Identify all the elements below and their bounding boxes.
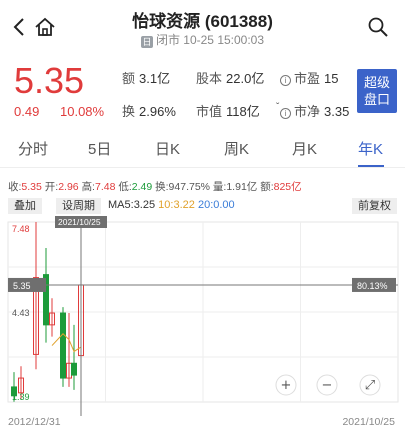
ma5-label: MA5: <box>108 199 134 211</box>
volume-label: 量: <box>212 181 227 193</box>
last-price: 5.35 <box>14 60 85 101</box>
open-value: 2.96 <box>58 181 79 193</box>
info-icon[interactable]: i <box>280 108 291 119</box>
tab-monthly-k[interactable]: 月K <box>292 138 317 159</box>
zoom-out-icon[interactable]: − <box>322 378 333 393</box>
stat-amount: 额 3.1亿 <box>122 68 170 87</box>
stat-amount-value: 3.1亿 <box>139 71 171 86</box>
chart-toolbar: 叠加 设周期 MA5:3.25 10:3.22 20:0.00 前复权 <box>8 198 398 214</box>
set-period-button[interactable]: 设周期 <box>56 198 101 214</box>
stat-pb[interactable]: i 市净 3.35 <box>280 101 349 120</box>
candle-stats: 收:5.35 开:2.96 高:7.48 低:2.49 换:947.75% 量:… <box>8 179 403 194</box>
pct-tag-label: 80.13% <box>357 281 388 291</box>
candlestick-chart[interactable]: 7.48 4.43 1.39 5.35 80.13% 2021/10/25 + − ⤢ <box>0 216 405 416</box>
low-label: 低: <box>118 181 132 193</box>
tab-5day[interactable]: 5日 <box>88 138 111 159</box>
amount-value: 825亿 <box>273 181 302 193</box>
adjust-button[interactable]: 前复权 <box>352 198 397 214</box>
market-icon: 日 <box>140 36 153 48</box>
stat-pe[interactable]: i 市盈 15 <box>280 68 338 87</box>
y-min-label: 1.39 <box>12 392 30 402</box>
tick-mark: ˇ <box>276 102 280 113</box>
stat-pb-label: 市净 <box>294 104 321 119</box>
close-value: 5.35 <box>21 181 42 193</box>
price-change: 0.49 <box>14 104 40 119</box>
market-status-text: 闭市 10-25 15:00:03 <box>155 33 265 47</box>
amount-label: 额: <box>260 181 274 193</box>
low-value: 2.49 <box>131 181 153 193</box>
turnover-value: 947.75% <box>168 181 210 193</box>
info-icon[interactable]: i <box>280 75 291 86</box>
quote-panel: 5.35 0.49 10.08% 额 3.1亿 换 2.96% 股本 22.0亿 市值… <box>0 54 405 124</box>
tab-yearly-k[interactable]: 年K <box>358 138 383 159</box>
top-bar: 怡球资源 (601388) 日闭市 10-25 15:00:03 <box>0 0 405 54</box>
tab-weekly-k[interactable]: 周K <box>224 138 249 159</box>
high-label: 高: <box>81 181 95 193</box>
stock-title: 怡球资源 (601388) <box>132 12 273 31</box>
zoom-in-icon[interactable]: + <box>281 378 292 393</box>
tab-daily-k[interactable]: 日K <box>155 138 180 159</box>
stat-mcap: 市值 118亿 <box>196 101 260 120</box>
ma10-value: 3.22 <box>173 199 195 211</box>
market-status: 日闭市 10-25 15:00:03 <box>0 31 405 48</box>
super-orderbook-button[interactable]: 超级 盘口 <box>357 69 397 113</box>
price-change-pct: 10.08% <box>60 104 105 119</box>
tab-intraday[interactable]: 分时 <box>18 138 48 159</box>
x-end-date: 2021/10/25 <box>342 416 395 428</box>
open-label: 开: <box>44 181 59 193</box>
ma20-value: 0.00 <box>213 199 235 211</box>
search-icon[interactable] <box>367 16 389 38</box>
ma10-label: 10: <box>158 199 174 211</box>
y-max-label: 7.48 <box>12 224 30 234</box>
candle-body <box>60 312 66 379</box>
active-tab-indicator <box>358 165 384 167</box>
stat-pb-value: 3.35 <box>324 104 350 119</box>
stat-pe-value: 15 <box>324 71 339 86</box>
stat-amount-label: 额 <box>122 71 136 86</box>
stat-turnover: 换 2.96% <box>122 101 176 120</box>
stat-pe-label: 市盈 <box>294 71 321 86</box>
stat-turnover-value: 2.96% <box>139 104 176 119</box>
date-tag-label: 2021/10/25 <box>58 217 101 227</box>
stat-turnover-label: 换 <box>122 104 136 119</box>
expand-icon[interactable]: ⤢ <box>365 378 375 393</box>
period-tabs: 分时 5日 日K 周K 月K 年K <box>0 130 405 168</box>
candle-body <box>71 362 77 376</box>
super-button-line-2: 盘口 <box>363 92 390 107</box>
x-start-date: 2012/12/31 <box>8 416 61 428</box>
overlay-button[interactable]: 叠加 <box>8 198 42 214</box>
stat-equity: 股本 22.0亿 <box>196 68 264 87</box>
ma-readout: MA5:3.25 10:3.22 20:0.00 <box>108 199 235 211</box>
price-tag-label: 5.35 <box>13 281 31 291</box>
ma5-value: 3.25 <box>133 199 156 211</box>
super-button-line-1: 超级 <box>363 75 390 90</box>
stat-mcap-label: 市值 <box>196 104 223 119</box>
turnover-label: 换: <box>155 181 169 193</box>
ma20-label: 20: <box>197 199 214 211</box>
close-label: 收: <box>8 181 22 193</box>
volume-value: 1.91亿 <box>226 181 258 193</box>
high-value: 7.48 <box>94 181 116 193</box>
y-mid-label: 4.43 <box>12 308 30 318</box>
ma5-line <box>51 333 82 353</box>
stat-mcap-value: 118亿 <box>226 104 260 119</box>
stat-equity-value: 22.0亿 <box>226 71 265 86</box>
stat-equity-label: 股本 <box>196 71 223 86</box>
